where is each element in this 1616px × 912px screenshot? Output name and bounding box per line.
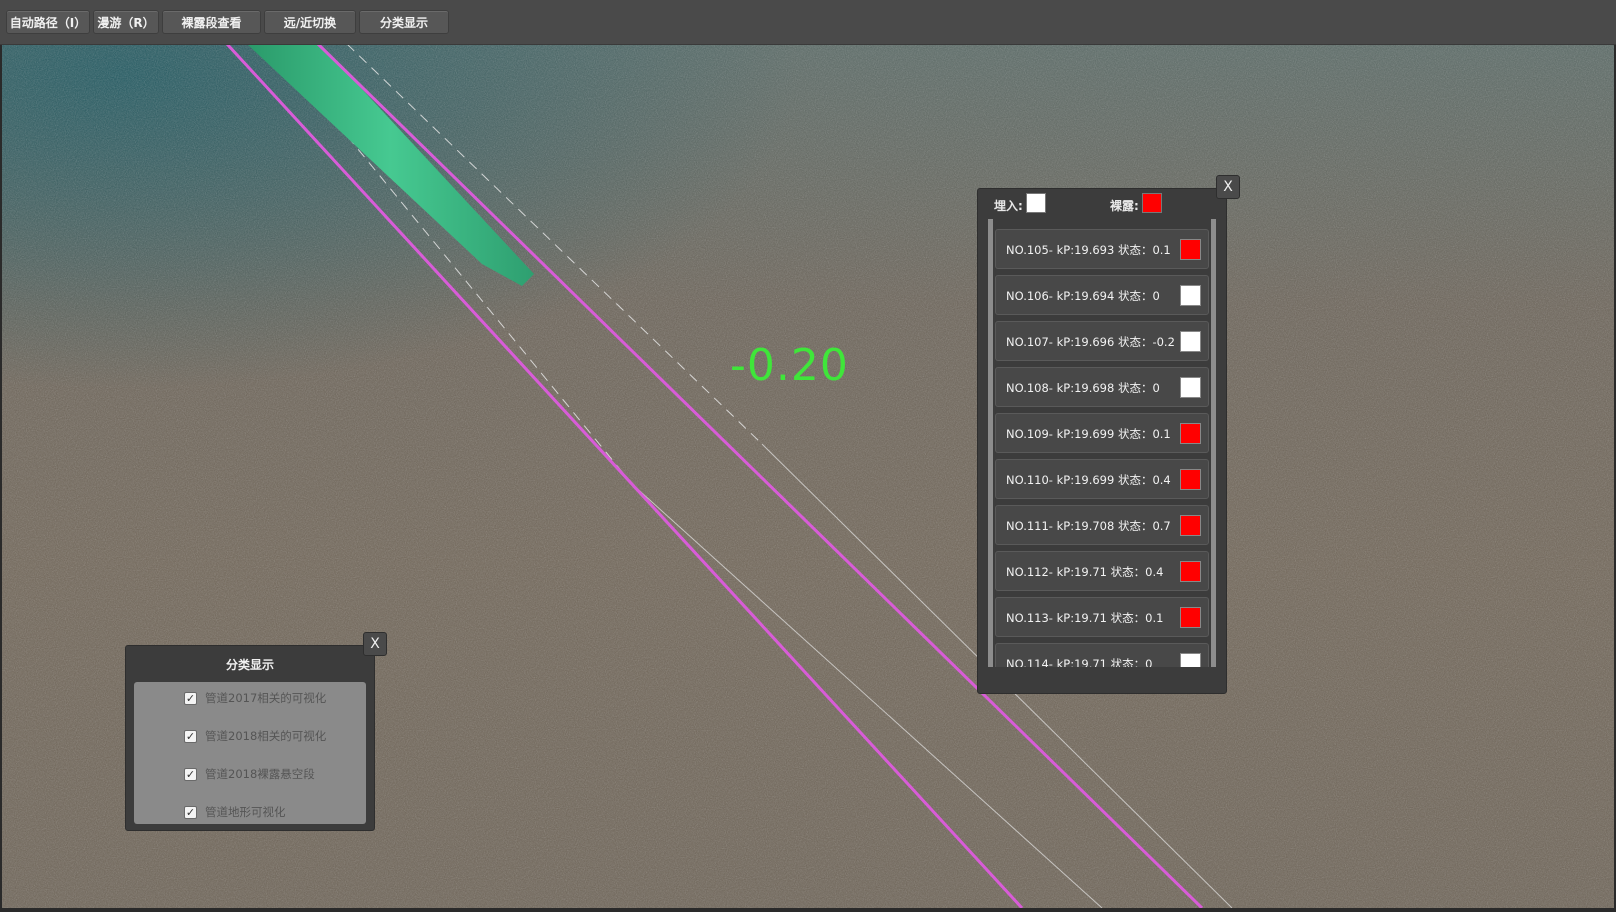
- roam-button[interactable]: 漫游（R）: [93, 10, 159, 34]
- status-row[interactable]: NO.110- kP:19.699 状态：0.4: [995, 459, 1209, 499]
- auto-path-button[interactable]: 自动路径（I）: [6, 10, 90, 34]
- status-color-swatch: [1180, 285, 1201, 306]
- category-checkbox[interactable]: ✓: [184, 729, 197, 743]
- category-option-label: 管道2018相关的可视化: [205, 729, 327, 743]
- status-color-swatch: [1180, 561, 1201, 582]
- status-row-text: NO.111- kP:19.708 状态：0.7: [1006, 519, 1171, 533]
- status-row[interactable]: NO.114- kP:19.71 状态：0: [995, 643, 1209, 667]
- category-checkbox[interactable]: ✓: [184, 805, 197, 819]
- status-row[interactable]: NO.105- kP:19.693 状态：0.1: [995, 229, 1209, 269]
- category-panel-close-button[interactable]: X: [363, 632, 387, 656]
- category-option[interactable]: ✓ 管道地形可视化: [184, 802, 286, 822]
- status-row-text: NO.114- kP:19.71 状态：0: [1006, 657, 1153, 667]
- status-row[interactable]: NO.109- kP:19.699 状态：0.1: [995, 413, 1209, 453]
- far-near-toggle-button[interactable]: 远/近切换: [264, 10, 356, 34]
- category-checkbox[interactable]: ✓: [184, 767, 197, 781]
- status-color-swatch: [1180, 331, 1201, 352]
- category-option[interactable]: ✓ 管道2017相关的可视化: [184, 688, 326, 708]
- status-row[interactable]: NO.113- kP:19.71 状态：0.1: [995, 597, 1209, 637]
- status-color-swatch: [1180, 423, 1201, 444]
- burial-status-panel: 埋入: 裸露: NO.105- kP:19.693 状态：0.1 NO.106- …: [977, 188, 1227, 694]
- status-color-swatch: [1180, 515, 1201, 536]
- status-color-swatch: [1180, 469, 1201, 490]
- legend-buried-label: 埋入:: [994, 199, 1023, 213]
- category-options: ✓ 管道2017相关的可视化 ✓ 管道2018相关的可视化 ✓ 管道2018裸露悬空段 ✓ 管…: [134, 682, 366, 824]
- legend-exposed-swatch: [1142, 193, 1162, 213]
- category-panel-title: 分类显示: [225, 658, 274, 672]
- status-row-text: NO.108- kP:19.698 状态：0: [1006, 381, 1160, 395]
- category-display-panel: 分类显示 ✓ 管道2017相关的可视化 ✓ 管道2018相关的可视化 ✓ 管道2018裸露…: [125, 645, 375, 831]
- status-row-text: NO.113- kP:19.71 状态：0.1: [1006, 611, 1164, 625]
- status-row-text: NO.112- kP:19.71 状态：0.4: [1006, 565, 1164, 579]
- category-checkbox[interactable]: ✓: [184, 691, 197, 705]
- legend-exposed-label: 裸露:: [1110, 199, 1139, 213]
- exposed-section-view-button[interactable]: 裸露段查看: [162, 10, 261, 34]
- status-panel-close-button[interactable]: X: [1216, 175, 1240, 199]
- viewport-border-left: [0, 44, 2, 912]
- status-row-text: NO.109- kP:19.699 状态：0.1: [1006, 427, 1171, 441]
- category-option[interactable]: ✓ 管道2018相关的可视化: [184, 726, 326, 746]
- category-option[interactable]: ✓ 管道2018裸露悬空段: [184, 764, 315, 784]
- status-color-swatch: [1180, 653, 1201, 667]
- status-row[interactable]: NO.112- kP:19.71 状态：0.4: [995, 551, 1209, 591]
- status-row[interactable]: NO.108- kP:19.698 状态：0: [995, 367, 1209, 407]
- status-color-swatch: [1180, 607, 1201, 628]
- status-legend: 埋入: 裸露:: [978, 189, 1226, 219]
- status-row-text: NO.106- kP:19.694 状态：0: [1006, 289, 1160, 303]
- status-list[interactable]: NO.105- kP:19.693 状态：0.1 NO.106- kP:19.69…: [988, 219, 1216, 667]
- status-row-text: NO.107- kP:19.696 状态：-0.2: [1006, 335, 1175, 349]
- toolbar: 自动路径（I） 漫游（R） 裸露段查看 远/近切换 分类显示: [0, 0, 1616, 45]
- status-row[interactable]: NO.106- kP:19.694 状态：0: [995, 275, 1209, 315]
- depth-value-label: -0.20: [730, 340, 849, 391]
- category-option-label: 管道2018裸露悬空段: [205, 767, 315, 781]
- status-color-swatch: [1180, 377, 1201, 398]
- status-row-text: NO.105- kP:19.693 状态：0.1: [1006, 243, 1171, 257]
- category-option-label: 管道2017相关的可视化: [205, 691, 327, 705]
- status-row-text: NO.110- kP:19.699 状态：0.4: [1006, 473, 1171, 487]
- category-display-button[interactable]: 分类显示: [359, 10, 449, 34]
- category-option-label: 管道地形可视化: [205, 805, 286, 819]
- status-color-swatch: [1180, 239, 1201, 260]
- status-row[interactable]: NO.107- kP:19.696 状态：-0.2: [995, 321, 1209, 361]
- status-row[interactable]: NO.111- kP:19.708 状态：0.7: [995, 505, 1209, 545]
- legend-buried-swatch: [1026, 193, 1046, 213]
- viewport-border-bottom: [0, 908, 1616, 912]
